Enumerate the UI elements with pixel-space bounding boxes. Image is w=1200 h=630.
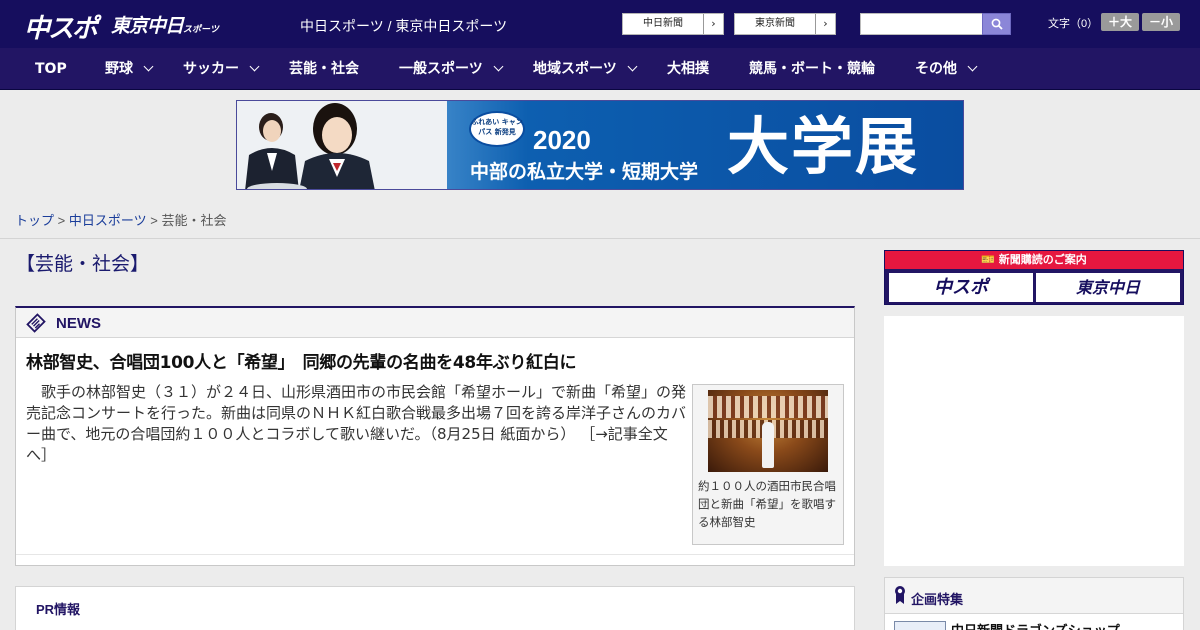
chevron-down-icon (143, 61, 154, 72)
news-label: NEWS (56, 315, 101, 332)
banner-year: 2020 (533, 125, 591, 155)
choir-row (708, 396, 828, 418)
nav-item-top[interactable]: TOP (35, 48, 67, 90)
tokyo-shimbun-link[interactable]: 東京新聞 › (734, 13, 836, 35)
tokyo-logo-text: 東京中日 (111, 15, 184, 37)
breadcrumb-separator: > (57, 213, 66, 228)
nav-item-sumo[interactable]: 大相撲 (667, 48, 709, 90)
main-nav: TOP 野球 サッカー 芸能・社会 一般スポーツ 地域スポーツ 大相撲 競馬・ボ… (0, 48, 1200, 90)
banner-title: 大学展 (727, 110, 920, 183)
nav-label: 地域スポーツ (533, 61, 617, 77)
nav-label: 大相撲 (667, 61, 709, 77)
nav-label: 競馬・ボート・競輪 (749, 61, 875, 77)
breadcrumb-separator: > (150, 213, 158, 228)
dragons-shop-link[interactable]: 中日新聞ドラゴンズショップ (951, 620, 1120, 630)
students-photo (237, 101, 447, 189)
chunichi-shimbun-link[interactable]: 中日新聞 › (622, 13, 724, 35)
divider (16, 554, 854, 555)
subscription-banner[interactable]: 🎫 新聞購読のご案内 中スポ 東京中日 (884, 250, 1184, 305)
chevron-down-icon (967, 61, 978, 72)
chevron-right-icon: › (703, 14, 723, 34)
breadcrumb: トップ > 中日スポーツ > 芸能・社会 (15, 210, 226, 229)
chevron-down-icon (493, 61, 504, 72)
nav-label: 野球 (105, 61, 133, 77)
font-bigger-button[interactable]: ＋大 (1101, 13, 1139, 31)
nav-label: その他 (915, 61, 957, 77)
dragons-shop-thumb[interactable] (894, 621, 946, 630)
newspaper-icon (26, 313, 46, 333)
header-tagline: 中日スポーツ / 東京中日スポーツ (300, 18, 508, 34)
article-headline[interactable]: 林部智史、合唱団100人と「希望」 同郷の先輩の名曲を48年ぶり紅白に (26, 348, 576, 373)
search-button[interactable] (982, 13, 1011, 35)
link-label: 中日新聞 (643, 18, 683, 29)
university-fair-banner[interactable]: ふれあい キャンパス 新発見 2020 中部の私立大学・短期大学 大学展 (236, 100, 964, 190)
breadcrumb-current: 芸能・社会 (161, 213, 227, 228)
news-header: NEWS (16, 308, 854, 338)
article-photo-box[interactable]: 約１００人の酒田市民合唱団と新曲「希望」を歌唱する林部智史 (692, 384, 844, 545)
pr-section: PR情報 (15, 586, 855, 630)
chevron-down-icon (249, 61, 260, 72)
subscription-label: 🎫 新聞購読のご案内 (885, 251, 1183, 269)
nav-label: 一般スポーツ (399, 61, 483, 77)
chuspo-subscribe-logo[interactable]: 中スポ (889, 273, 1033, 302)
nav-item-soccer[interactable]: サッカー (183, 48, 260, 90)
nav-label: 芸能・社会 (289, 61, 359, 77)
page-title: 【芸能・社会】 (16, 253, 150, 275)
search-input[interactable] (860, 13, 983, 35)
special-features-header: 企画特集 (885, 578, 1183, 614)
nav-item-general-sports[interactable]: 一般スポーツ (399, 48, 504, 90)
banner-subtitle: 中部の私立大学・短期大学 (470, 161, 699, 183)
article-summary: 歌手の林部智史（３１）が２４日、山形県酒田市の市民会館「希望ホール」で新曲「希望… (26, 382, 686, 466)
nav-item-entertainment[interactable]: 芸能・社会 (289, 48, 359, 90)
nav-label: サッカー (183, 61, 239, 77)
article-photo (708, 390, 828, 472)
singer-figure (762, 422, 774, 468)
tokyo-subscribe-logo[interactable]: 東京中日 (1036, 273, 1180, 302)
divider (0, 238, 1200, 239)
chevron-right-icon: › (815, 14, 835, 34)
nav-item-other[interactable]: その他 (915, 48, 978, 90)
subscription-text: 新聞購読のご案内 (998, 253, 1087, 266)
font-smaller-button[interactable]: －小 (1142, 13, 1180, 31)
chevron-down-icon (627, 61, 638, 72)
tokyo-logo-small: スポーツ (183, 25, 219, 35)
nav-label: TOP (35, 61, 67, 77)
ad-slot (884, 316, 1184, 566)
link-label: 東京新聞 (755, 18, 795, 29)
tokyo-chunichi-logo[interactable]: 東京中日スポーツ (111, 11, 219, 38)
search-icon (991, 18, 1003, 30)
special-features-box: 企画特集 中日新聞ドラゴンズショップ (884, 577, 1184, 630)
breadcrumb-top-link[interactable]: トップ (15, 213, 54, 228)
ribbon-icon (895, 586, 905, 604)
nav-item-local-sports[interactable]: 地域スポーツ (533, 48, 638, 90)
site-header: 中スポ 東京中日スポーツ 中日スポーツ / 東京中日スポーツ 中日新聞 › 東京… (0, 0, 1200, 48)
breadcrumb-section-link[interactable]: 中日スポーツ (69, 213, 147, 228)
photo-caption: 約１００人の酒田市民合唱団と新曲「希望」を歌唱する林部智史 (698, 479, 836, 529)
special-features-label: 企画特集 (911, 593, 964, 608)
chuspo-logo[interactable]: 中スポ (24, 8, 98, 45)
banner-badge: ふれあい キャンパス 新発見 (469, 111, 525, 147)
nav-item-baseball[interactable]: 野球 (105, 48, 154, 90)
nav-item-racing[interactable]: 競馬・ボート・競輪 (749, 48, 875, 90)
news-section: NEWS 林部智史、合唱団100人と「希望」 同郷の先輩の名曲を48年ぶり紅白に… (15, 306, 855, 566)
pr-label: PR情報 (36, 602, 81, 617)
font-size-label: 文字（0） (1048, 18, 1099, 30)
ticket-icon: 🎫 (981, 253, 999, 266)
